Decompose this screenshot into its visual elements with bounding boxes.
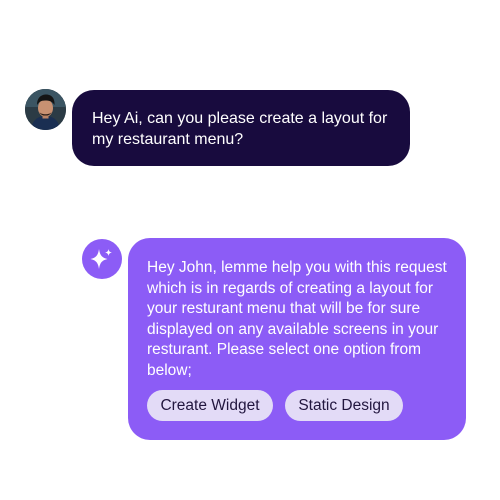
user-avatar-photo [25,89,66,130]
sparkle-icon [90,249,112,269]
static-design-button[interactable]: Static Design [285,390,403,421]
user-avatar [25,89,66,130]
option-buttons: Create Widget Static Design [147,390,403,421]
ai-message-bubble: Hey John, lemme help you with this reque… [128,238,466,440]
user-message-bubble: Hey Ai, can you please create a layout f… [72,90,410,166]
user-message-text: Hey Ai, can you please create a layout f… [92,110,388,148]
create-widget-button[interactable]: Create Widget [147,390,273,421]
ai-message-text: Hey John, lemme help you with this reque… [147,259,447,379]
ai-avatar [82,239,122,279]
